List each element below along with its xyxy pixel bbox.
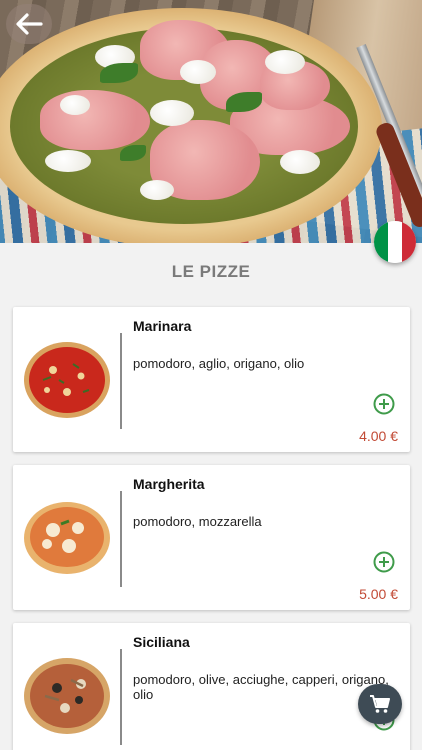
pizza-description: pomodoro, aglio, origano, olio bbox=[133, 356, 305, 371]
pizza-price: 5.00 € bbox=[359, 586, 398, 602]
pizza-name: Margherita bbox=[133, 476, 205, 492]
screen: LE PIZZE Marinara pomodoro, aglio, origa… bbox=[0, 0, 422, 750]
pizza-siciliana-image bbox=[24, 658, 110, 734]
pizza-marinara-image bbox=[24, 342, 110, 418]
pizza-description: pomodoro, olive, acciughe, capperi, orig… bbox=[133, 672, 389, 702]
add-circle-icon[interactable] bbox=[373, 393, 395, 415]
divider bbox=[120, 649, 122, 745]
language-flag-button[interactable] bbox=[374, 221, 416, 263]
divider bbox=[120, 491, 122, 587]
menu-item-card[interactable]: Marinara pomodoro, aglio, origano, olio … bbox=[13, 307, 410, 452]
arrow-left-icon bbox=[16, 13, 43, 35]
pizza-name: Siciliana bbox=[133, 634, 190, 650]
menu-item-card[interactable]: Margherita pomodoro, mozzarella 5.00 € bbox=[13, 465, 410, 610]
pizza-price: 4.00 € bbox=[359, 428, 398, 444]
shopping-cart-icon bbox=[370, 695, 390, 713]
pizza-description: pomodoro, mozzarella bbox=[133, 514, 262, 529]
cart-button[interactable] bbox=[358, 684, 402, 724]
divider bbox=[120, 333, 122, 429]
pizza-name: Marinara bbox=[133, 318, 192, 334]
hero-pizza-image bbox=[0, 0, 422, 243]
back-button[interactable] bbox=[6, 4, 52, 44]
pizza-margherita-image bbox=[24, 502, 110, 574]
menu-item-card[interactable]: Siciliana pomodoro, olive, acciughe, cap… bbox=[13, 623, 410, 750]
section-title: LE PIZZE bbox=[171, 262, 251, 281]
add-circle-icon[interactable] bbox=[373, 551, 395, 573]
